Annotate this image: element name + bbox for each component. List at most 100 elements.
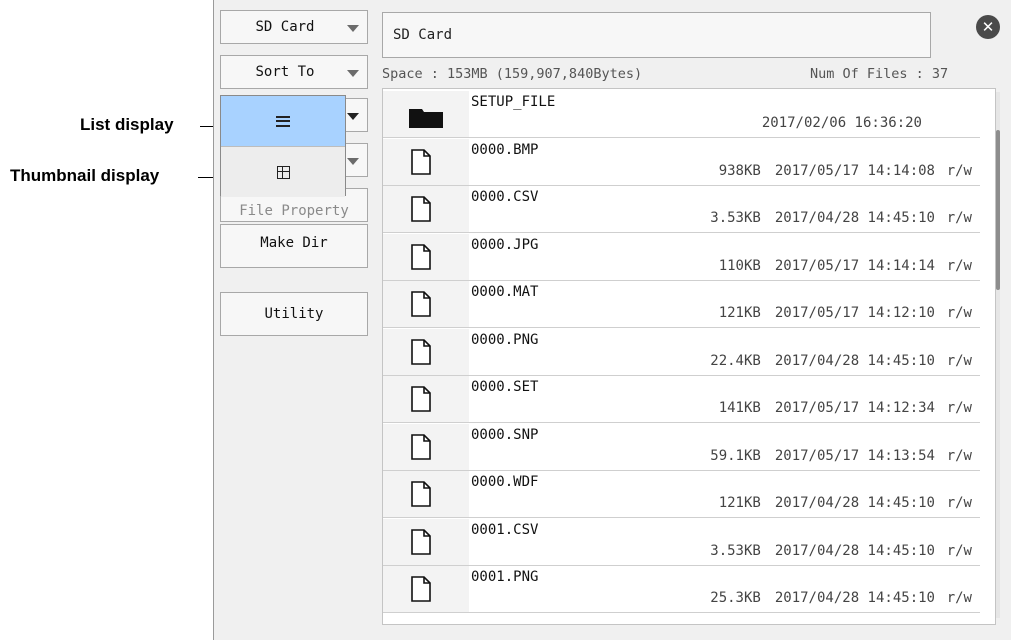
list-display-annotation: List display xyxy=(80,115,174,134)
path-text: SD Card xyxy=(393,27,453,43)
make-dir-label: Make Dir xyxy=(260,235,328,251)
row-icon-cell xyxy=(383,566,469,612)
file-date: 2017/04/28 14:45:10 xyxy=(774,542,935,559)
num-files-info: Num Of Files : 37 xyxy=(810,66,949,82)
chevron-down-icon xyxy=(347,158,359,165)
row-icon-cell xyxy=(383,186,469,232)
file-row[interactable]: 0000.BMP 938KB 2017/05/17 14:14:08 r/w xyxy=(383,138,980,186)
file-permission: r/w xyxy=(946,305,972,321)
row-icon-cell xyxy=(383,138,469,185)
file-icon xyxy=(411,386,431,412)
file-permission: r/w xyxy=(946,210,972,226)
file-size: 59.1KB xyxy=(710,447,761,464)
file-date: 2017/05/17 14:12:10 xyxy=(774,305,935,321)
row-icon-cell xyxy=(383,376,469,422)
file-size: 22.4KB xyxy=(710,352,761,369)
file-list[interactable]: SETUP_FILE 2017/02/06 16:36:20 0000.BMP 938… xyxy=(382,88,996,625)
folder-icon xyxy=(409,109,443,128)
file-row[interactable]: 0000.JPG 110KB 2017/05/17 14:14:14 r/w xyxy=(383,233,980,281)
folder-row[interactable]: SETUP_FILE 2017/02/06 16:36:20 xyxy=(383,91,980,138)
file-meta: 3.53KB 2017/04/28 14:45:10 xyxy=(710,210,935,226)
file-name: 0000.BMP xyxy=(471,141,539,158)
file-row[interactable]: 0000.CSV 3.53KB 2017/04/28 14:45:10 r/w xyxy=(383,186,980,233)
file-permission: r/w xyxy=(946,162,972,179)
file-permission: r/w xyxy=(946,352,972,369)
file-row[interactable]: 0000.SNP 59.1KB 2017/05/17 14:13:54 r/w xyxy=(383,423,980,471)
thumbnail-display-option[interactable] xyxy=(221,146,345,197)
path-field: SD Card xyxy=(382,12,931,58)
file-icon xyxy=(411,481,431,507)
file-size: 938KB xyxy=(718,162,761,179)
file-date: 2017/05/17 14:14:08 xyxy=(774,162,935,179)
file-meta: 938KB 2017/05/17 14:14:08 xyxy=(719,163,935,179)
space-info: Space : 153MB (159,907,840Bytes) xyxy=(382,66,643,82)
list-icon xyxy=(276,115,290,127)
file-date: 2017/02/06 16:36:20 xyxy=(761,115,922,131)
row-icon-cell xyxy=(383,328,469,375)
file-date: 2017/05/17 14:14:14 xyxy=(774,257,935,274)
row-icon-cell xyxy=(383,233,469,280)
file-meta: 121KB 2017/05/17 14:12:10 xyxy=(719,305,935,321)
chevron-down-icon xyxy=(347,25,359,32)
file-icon xyxy=(411,528,431,555)
file-icon xyxy=(411,338,431,365)
file-name: 0000.MAT xyxy=(471,284,539,300)
file-meta: 110KB 2017/05/17 14:14:14 xyxy=(719,258,935,274)
row-icon-cell xyxy=(383,91,469,137)
file-row[interactable]: 0001.PNG 25.3KB 2017/04/28 14:45:10 r/w xyxy=(383,566,980,613)
make-dir-button[interactable]: Make Dir xyxy=(220,224,368,268)
file-row[interactable]: 0000.SET 141KB 2017/05/17 14:12:34 r/w xyxy=(383,376,980,423)
sort-label: Sort To xyxy=(255,64,315,80)
file-permission: r/w xyxy=(946,400,972,416)
file-icon xyxy=(411,291,431,317)
file-row[interactable]: 0000.PNG 22.4KB 2017/04/28 14:45:10 r/w xyxy=(383,328,980,376)
drive-select-label: SD Card xyxy=(255,19,315,35)
file-permission: r/w xyxy=(946,542,972,559)
chevron-down-icon xyxy=(347,70,359,77)
file-size: 121KB xyxy=(718,495,761,511)
file-meta: 121KB 2017/04/28 14:45:10 xyxy=(719,495,935,511)
thumbnail-display-annotation: Thumbnail display xyxy=(10,166,160,185)
file-row[interactable]: 0000.MAT 121KB 2017/05/17 14:12:10 r/w xyxy=(383,281,980,328)
thumbnail-grid-icon xyxy=(276,165,290,179)
file-size: 110KB xyxy=(718,257,761,274)
file-name: 0000.SET xyxy=(471,379,539,395)
file-name: 0001.PNG xyxy=(471,569,539,585)
file-size: 121KB xyxy=(718,305,761,321)
sort-button[interactable]: Sort To xyxy=(220,55,368,89)
file-meta: 59.1KB 2017/05/17 14:13:54 xyxy=(710,448,935,464)
file-icon xyxy=(411,243,431,270)
file-size: 3.53KB xyxy=(710,542,761,559)
file-date: 2017/04/28 14:45:10 xyxy=(774,590,935,606)
file-row[interactable]: 0000.WDF 121KB 2017/04/28 14:45:10 r/w xyxy=(383,471,980,518)
row-icon-cell xyxy=(383,281,469,327)
file-date: 2017/04/28 14:45:10 xyxy=(774,495,935,511)
scrollbar-thumb[interactable] xyxy=(996,130,1000,290)
drive-select-button[interactable]: SD Card xyxy=(220,10,368,44)
utility-button[interactable]: Utility xyxy=(220,292,368,336)
file-date: 2017/05/17 14:12:34 xyxy=(774,400,935,416)
file-icon xyxy=(411,148,431,175)
chevron-down-icon xyxy=(347,113,359,120)
file-size: 3.53KB xyxy=(710,210,761,226)
file-date: 2017/04/28 14:45:10 xyxy=(774,352,935,369)
view-mode-menu xyxy=(220,95,346,197)
file-name: SETUP_FILE xyxy=(471,94,556,110)
file-name: 0000.CSV xyxy=(471,189,539,205)
file-meta: 3.53KB 2017/04/28 14:45:10 xyxy=(710,543,935,559)
row-icon-cell xyxy=(383,471,469,517)
file-name: 0000.WDF xyxy=(471,474,539,490)
file-meta: 25.3KB 2017/04/28 14:45:10 xyxy=(710,590,935,606)
file-permission: r/w xyxy=(946,447,972,464)
file-meta: 141KB 2017/05/17 14:12:34 xyxy=(719,400,935,416)
file-permission: r/w xyxy=(946,590,972,606)
file-size: 141KB xyxy=(718,400,761,416)
file-row[interactable]: 0001.CSV 3.53KB 2017/04/28 14:45:10 r/w xyxy=(383,518,980,566)
list-display-option[interactable] xyxy=(221,96,345,146)
file-meta: 2017/02/06 16:36:20 xyxy=(748,115,922,131)
file-icon xyxy=(411,433,431,460)
close-icon[interactable]: ✕ xyxy=(976,15,1000,39)
file-date: 2017/04/28 14:45:10 xyxy=(774,210,935,226)
file-icon xyxy=(411,576,431,602)
file-permission: r/w xyxy=(946,495,972,511)
